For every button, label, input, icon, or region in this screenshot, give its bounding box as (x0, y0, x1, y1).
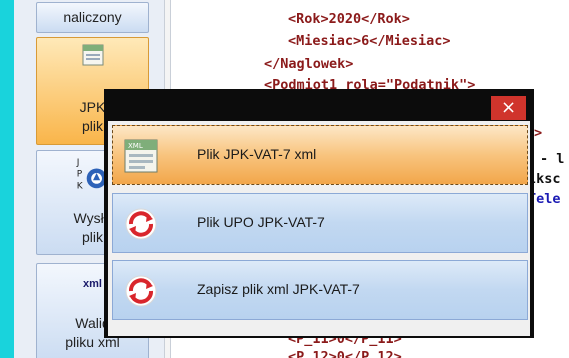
option-save-xml[interactable]: Zapisz plik xml JPK-VAT-7 (112, 260, 528, 320)
sidebar-item-naliczony[interactable]: naliczony (36, 2, 149, 33)
option-label: Plik UPO JPK-VAT-7 (197, 214, 325, 230)
xml-file-icon (82, 44, 103, 66)
left-accent-strip (0, 0, 14, 358)
upo-refresh-icon (125, 208, 157, 240)
code-line: > (534, 124, 542, 142)
code-text: </Naglowek> (264, 56, 354, 72)
dialog-body: XML Plik JPK-VAT-7 xml Plik UPO JPK-VAT-… (108, 121, 530, 336)
svg-text:J: J (75, 158, 79, 168)
code-line: <Rok>2020</Rok> (172, 10, 410, 28)
save-refresh-icon (125, 275, 157, 307)
svg-text:P: P (76, 170, 82, 180)
code-text: <P_12>0</P_12> (288, 349, 402, 358)
dialog-titlebar[interactable]: × (104, 89, 534, 123)
code-text: - l (540, 151, 565, 167)
export-dialog: × XML Plik JPK-VAT-7 xml Plik UPO JPK-VA… (104, 89, 534, 338)
option-label: Plik JPK-VAT-7 xml (197, 146, 317, 162)
close-button[interactable]: × (491, 96, 526, 120)
sidebar-item-label: naliczony (63, 9, 122, 25)
option-upo[interactable]: Plik UPO JPK-VAT-7 (112, 193, 528, 253)
code-line: - l (540, 150, 564, 168)
option-jpk-xml[interactable]: XML Plik JPK-VAT-7 xml (112, 125, 528, 185)
code-line: <P_12>0</P_12> (172, 348, 402, 358)
svg-text:K: K (76, 181, 83, 191)
option-label: Zapisz plik xml JPK-VAT-7 (197, 281, 360, 297)
svg-text:XML: XML (128, 142, 143, 150)
code-line: </Naglowek> (172, 55, 353, 73)
code-text: <Miesiac>6</Miesiac> (288, 33, 451, 49)
code-text: > (534, 125, 543, 141)
xml-file-icon: XML (124, 139, 158, 173)
code-text: <Rok>2020</Rok> (288, 11, 410, 27)
code-line: <Miesiac>6</Miesiac> (172, 32, 451, 50)
